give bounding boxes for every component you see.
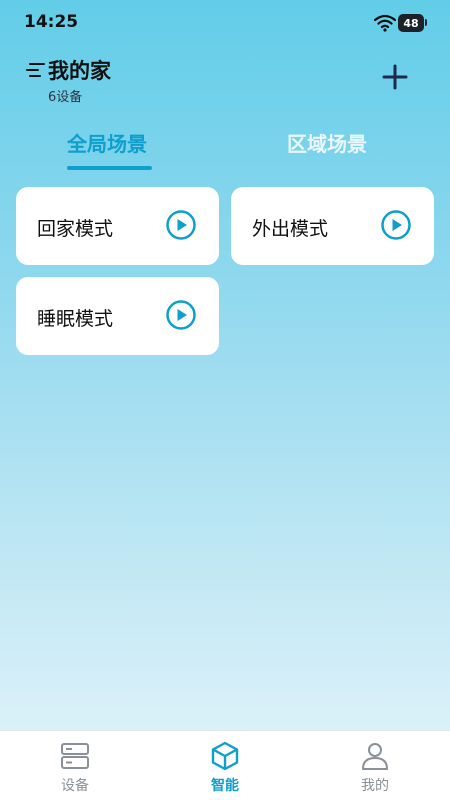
tab-indicator <box>67 166 152 170</box>
scene-tabs: 全局场景 区域场景 <box>0 122 450 176</box>
device-count: 6设备 <box>48 90 83 105</box>
nav-mine[interactable]: 我的 <box>330 739 420 799</box>
home-title[interactable]: 我的家 <box>48 55 111 85</box>
tab-global-scenes[interactable]: 全局场景 <box>67 128 147 157</box>
battery-cap <box>425 19 427 26</box>
battery-level: 48 <box>403 16 419 30</box>
scene-label: 外出模式 <box>252 218 329 240</box>
devices-icon <box>61 743 89 769</box>
header: 我的家 6设备 <box>0 50 450 110</box>
scene-card-home[interactable]: 回家模式 <box>16 187 219 265</box>
nav-label: 我的 <box>361 778 389 794</box>
scene-label: 回家模式 <box>37 218 114 240</box>
scene-card-away[interactable]: 外出模式 <box>231 187 434 265</box>
nav-smart[interactable]: 智能 <box>180 739 270 799</box>
play-icon[interactable] <box>165 299 197 331</box>
nav-devices[interactable]: 设备 <box>30 739 120 799</box>
person-icon <box>362 743 388 770</box>
play-icon[interactable] <box>380 209 412 241</box>
nav-label: 设备 <box>61 778 89 794</box>
wifi-icon <box>374 14 396 32</box>
play-icon[interactable] <box>165 209 197 241</box>
bottom-nav: 设备 智能 我的 <box>0 730 450 800</box>
status-bar: 14:25 48 <box>0 0 450 46</box>
add-button[interactable] <box>378 60 412 94</box>
plus-icon <box>382 64 408 90</box>
battery-icon: 48 <box>398 14 424 32</box>
scene-label: 睡眠模式 <box>37 308 114 330</box>
status-time: 14:25 <box>24 12 79 32</box>
smart-cube-icon <box>211 741 239 771</box>
tab-area-scenes[interactable]: 区域场景 <box>287 128 367 157</box>
scene-card-sleep[interactable]: 睡眠模式 <box>16 277 219 355</box>
nav-label: 智能 <box>211 778 239 794</box>
menu-icon[interactable] <box>26 61 46 79</box>
